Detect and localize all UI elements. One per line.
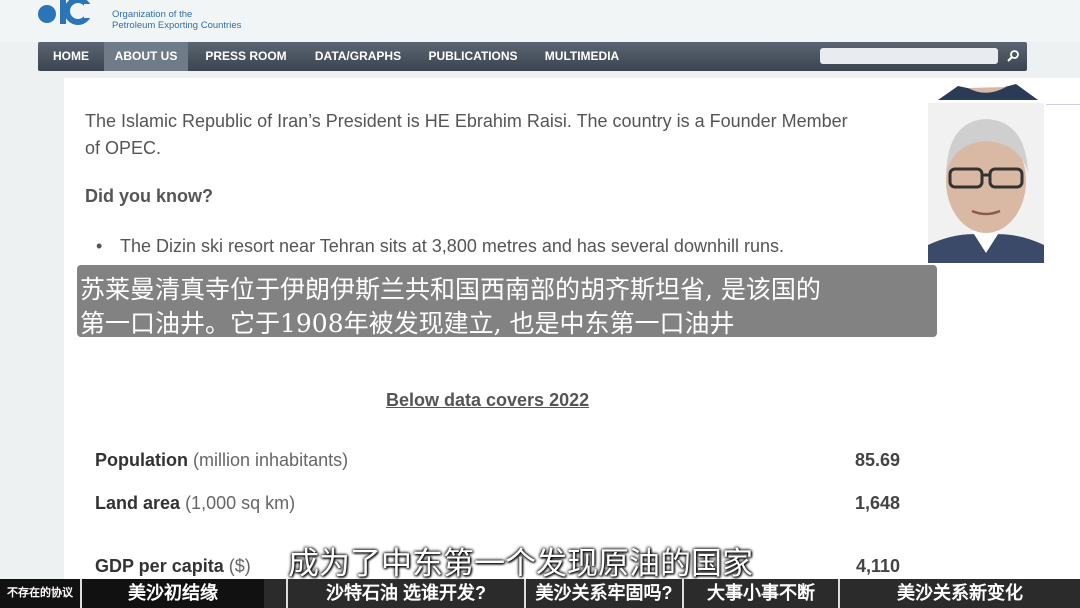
chapter-2[interactable]: 沙特石油 选谁开发? <box>288 579 524 608</box>
chapter-5[interactable]: 美沙关系新变化 <box>840 579 1080 608</box>
intro-paragraph: The Islamic Republic of Iran’s President… <box>85 111 848 158</box>
portrait-photo <box>928 103 1044 263</box>
nav-publications[interactable]: PUBLICATIONS <box>420 42 526 71</box>
stat-value-population: 85.69 <box>854 450 900 470</box>
did-you-know-heading: Did you know? <box>85 186 213 206</box>
stat-label: Land area <box>95 493 181 513</box>
data-covers-heading: Below data covers 2022 <box>386 390 590 410</box>
search-icon[interactable] <box>1005 48 1021 64</box>
chapter-4[interactable]: 大事小事不断 <box>684 579 838 608</box>
fact-bullet-text: The Dizin ski resort near Tehran sits at… <box>120 236 784 256</box>
main-nav: HOME ABOUT US PRESS ROOM DATA/GRAPHS PUB… <box>38 42 1027 71</box>
stat-label: GDP per capita <box>95 556 224 576</box>
stat-label: Population <box>95 450 188 470</box>
opec-logo[interactable] <box>38 0 94 32</box>
nav-press-room[interactable]: PRESS ROOM <box>196 42 296 71</box>
caption-line-2: 第一口油井。它于1908年被发现建立, 也是中东第一口油井 <box>80 309 735 338</box>
caption-line-1: 苏莱曼清真寺位于伊朗伊斯兰共和国西南部的胡齐斯坦省, 是该国的 <box>80 275 821 304</box>
org-name-line1: Organization of the <box>112 9 193 20</box>
search-input[interactable] <box>820 48 998 64</box>
left-margin <box>0 78 64 608</box>
stat-row-land-area: Land area (1,000 sq km) <box>95 493 295 514</box>
stat-value-land-area: 1,648 <box>854 493 900 513</box>
chapter-0[interactable]: 不存在的协议 <box>0 579 80 608</box>
org-name-line2: Petroleum Exporting Countries <box>112 20 242 31</box>
stat-row-gdp-per-capita: GDP per capita ($) <box>95 556 251 577</box>
portrait-photo-cropped <box>928 78 1044 100</box>
chapter-3[interactable]: 美沙关系牢固吗? <box>526 579 682 608</box>
stat-unit: (million inhabitants) <box>193 450 349 470</box>
stat-unit: ($) <box>228 556 251 576</box>
video-subtitle: 成为了中东第一个发现原油的国家 <box>288 546 753 582</box>
stat-row-population: Population (million inhabitants) <box>95 450 348 471</box>
sidebar-divider <box>1046 104 1080 105</box>
fact-bullet: The Dizin ski resort near Tehran sits at… <box>96 236 784 257</box>
nav-home[interactable]: HOME <box>44 42 98 71</box>
nav-about-us[interactable]: ABOUT US <box>104 42 188 71</box>
stat-value-gdp-per-capita: 4,110 <box>855 556 900 576</box>
nav-data-graphs[interactable]: DATA/GRAPHS <box>306 42 410 71</box>
nav-multimedia[interactable]: MULTIMEDIA <box>536 42 628 71</box>
chapter-1[interactable]: 美沙初结缘 <box>82 579 264 608</box>
stat-unit: (1,000 sq km) <box>185 493 296 513</box>
